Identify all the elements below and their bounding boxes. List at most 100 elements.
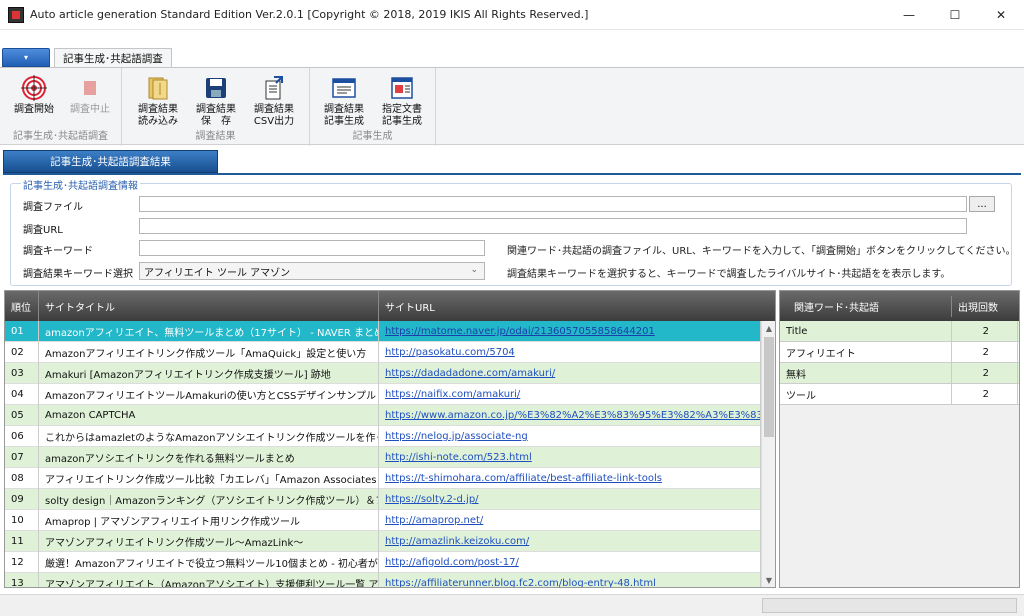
title-cell: Amazonアフィリエイトリンク作成ツール「AmaQuick」設定と使い方 [39, 342, 379, 363]
results-table: 順位 サイトタイトル サイトURL 01 amazonアフィリエイト、無料ツールま… [4, 290, 776, 588]
ribbon-group-label: 記事生成･共起語調査 [13, 131, 108, 142]
save-results-label: 調査結果 保 存 [196, 104, 236, 127]
url-link[interactable]: https://matome.naver.jp/odai/21360570558… [379, 321, 761, 342]
table-row[interactable]: 02 Amazonアフィリエイトリンク作成ツール「AmaQuick」設定と使い方 h… [5, 342, 761, 363]
table-row[interactable]: 11 アマゾンアフィリエイトリンク作成ツール～AmazLink～ http://am… [5, 531, 761, 552]
results-table-body: 01 amazonアフィリエイト、無料ツールまとめ（17サイト） - NAVER … [5, 321, 761, 587]
title-bar: Auto article generation Standard Edition… [0, 0, 1024, 30]
generate-from-document-label: 指定文書 記事生成 [382, 104, 422, 127]
column-header-word[interactable]: 関連ワード･共起語 [780, 295, 952, 317]
url-link[interactable]: https://nelog.jp/associate-ng [379, 426, 761, 447]
status-bar [0, 594, 1024, 616]
count-cell: 2 [952, 384, 1018, 405]
target-icon [20, 74, 48, 102]
cooccurrence-row[interactable]: Title 2 [780, 321, 1019, 342]
ribbon-group-results: 調査結果 読み込み 調査結果 保 存 調査結果 CSV出力 調査結果 [122, 68, 310, 146]
results-table-header: 順位 サイトタイトル サイトURL [5, 291, 775, 321]
url-label: 調査URL [23, 225, 63, 236]
cooccurrence-row[interactable]: 無料 2 [780, 363, 1019, 384]
url-link[interactable]: https://t-shimohara.com/affiliate/best-a… [379, 468, 761, 489]
title-cell: amazonアソシエイトリンクを作れる無料ツールまとめ [39, 447, 379, 468]
keyword-input[interactable] [139, 240, 485, 256]
column-header-rank[interactable]: 順位 [5, 291, 39, 321]
url-link[interactable]: http://amaprop.net/ [379, 510, 761, 531]
maximize-button[interactable]: ☐ [932, 0, 978, 30]
research-info-group: 記事生成･共起語調査情報 調査ファイル ... 調査URL 調査キーワード 関連… [10, 177, 1016, 286]
column-header-title[interactable]: サイトタイトル [39, 291, 379, 321]
start-research-button[interactable]: 調査開始 [8, 74, 60, 116]
cooccurrence-row[interactable]: アフィリエイト 2 [780, 342, 1019, 363]
url-link[interactable]: http://pasokatu.com/5704 [379, 342, 761, 363]
scroll-up-icon[interactable]: ▲ [762, 321, 775, 335]
close-button[interactable]: ✕ [978, 0, 1024, 30]
stop-icon [76, 74, 104, 102]
table-row[interactable]: 09 solty design｜Amazonランキング（アソシエイトリンク作成ツー… [5, 489, 761, 510]
url-input[interactable] [139, 218, 967, 234]
generate-from-results-button[interactable]: 調査結果 記事生成 [318, 74, 370, 128]
cooccurrence-table-header: 関連ワード･共起語 出現回数 [780, 291, 1019, 321]
url-link[interactable]: https://affiliaterunner.blog.fc2.com/blo… [379, 573, 761, 587]
scroll-down-icon[interactable]: ▼ [762, 573, 775, 587]
window-title: Auto article generation Standard Edition… [30, 8, 589, 21]
load-results-button[interactable]: 調査結果 読み込み [132, 74, 184, 128]
table-row[interactable]: 06 これからはamazletのようなAmazonアソシエイトリンク作成ツールを作… [5, 426, 761, 447]
rank-cell: 02 [5, 342, 39, 363]
cooccurrence-table-body: Title 2 アフィリエイト 2 無料 2 ツール 2 [780, 321, 1019, 405]
table-row[interactable]: 05 Amazon CAPTCHA https://www.amazon.co.jp… [5, 405, 761, 426]
rank-cell: 06 [5, 426, 39, 447]
url-link[interactable]: http://ishi-note.com/523.html [379, 447, 761, 468]
url-link[interactable]: https://www.amazon.co.jp/%E3%82%A2%E3%83… [379, 405, 761, 426]
stop-research-label: 調査中止 [70, 104, 110, 115]
save-icon [202, 74, 230, 102]
count-cell: 2 [952, 321, 1018, 342]
column-header-url[interactable]: サイトURL [379, 291, 775, 321]
window-controls: — ☐ ✕ [886, 0, 1024, 30]
keyword-label: 調査キーワード [23, 246, 93, 257]
export-csv-label: 調査結果 CSV出力 [253, 104, 295, 127]
table-row[interactable]: 08 アフィリエイトリンク作成ツール比較「カエレバ」「Amazon Associa… [5, 468, 761, 489]
rank-cell: 08 [5, 468, 39, 489]
rank-cell: 04 [5, 384, 39, 405]
table-row[interactable]: 13アマゾンアフィリエイト（Amazonアソシエイト）支援便利ツール一覧 アフィ… [5, 573, 761, 587]
count-cell: 2 [952, 363, 1018, 384]
rank-cell: 01 [5, 321, 39, 342]
rank-cell: 11 [5, 531, 39, 552]
url-link[interactable]: https://naifix.com/amakuri/ [379, 384, 761, 405]
generate-article-icon [330, 74, 358, 102]
stop-research-button[interactable]: 調査中止 [64, 74, 116, 116]
tab-article-generation[interactable]: 記事生成･共起語調査 [54, 48, 172, 68]
minimize-button[interactable]: — [886, 0, 932, 30]
section-divider [3, 173, 1021, 175]
title-cell: アフィリエイトリンク作成ツール比較「カエレバ」「Amazon Associate… [39, 468, 379, 489]
url-link[interactable]: https://solty.2-d.jp/ [379, 489, 761, 510]
app-menu-button[interactable]: ▾ [2, 48, 50, 67]
input-hint: 関連ワード･共起語の調査ファイル、URL、キーワードを入力して、「調査開始」ボタ… [507, 246, 1016, 257]
url-link[interactable]: http://amazlink.keizoku.com/ [379, 531, 761, 552]
cooccurrence-table: 関連ワード･共起語 出現回数 Title 2 アフィリエイト 2 無料 2 ツール 2 [779, 290, 1020, 588]
table-row[interactable]: 12 厳選！Amazonアフィリエイトで役立つ無料ツール10個まとめ - 初心者が… [5, 552, 761, 573]
url-link[interactable]: https://dadadadone.com/amakuri/ [379, 363, 761, 384]
table-row[interactable]: 04 AmazonアフィリエイトツールAmakuriの使い方とCSSデザインサンプ… [5, 384, 761, 405]
rank-cell: 07 [5, 447, 39, 468]
results-scrollbar[interactable]: ▲ ▼ [761, 321, 775, 587]
table-row[interactable]: 03 Amakuri [Amazonアフィリエイトリンク作成支援ツール] 跡地 ht… [5, 363, 761, 384]
table-row[interactable]: 07 amazonアソシエイトリンクを作れる無料ツールまとめ http://ishi… [5, 447, 761, 468]
count-cell: 2 [952, 342, 1018, 363]
tab-research-results[interactable]: 記事生成･共起語調査結果 [3, 150, 218, 173]
save-results-button[interactable]: 調査結果 保 存 [190, 74, 242, 128]
scroll-thumb[interactable] [764, 337, 774, 437]
column-header-count[interactable]: 出現回数 [952, 296, 1018, 317]
file-input[interactable] [139, 196, 967, 212]
rank-cell: 12 [5, 552, 39, 573]
result-keyword-select[interactable]: アフィリエイト ツール アマゾン ⌄ [139, 262, 485, 280]
chevron-down-icon: ⌄ [470, 265, 478, 275]
cooccurrence-row[interactable]: ツール 2 [780, 384, 1019, 405]
document-generate-icon [388, 74, 416, 102]
table-row[interactable]: 10 Amaprop | アマゾンアフィリエイト用リンク作成ツール http://a… [5, 510, 761, 531]
browse-button[interactable]: ... [969, 196, 995, 212]
table-row[interactable]: 01 amazonアフィリエイト、無料ツールまとめ（17サイト） - NAVER … [5, 321, 761, 342]
export-csv-button[interactable]: 調査結果 CSV出力 [248, 74, 300, 128]
url-link[interactable]: http://afigold.com/post-17/ [379, 552, 761, 573]
title-cell: AmazonアフィリエイトツールAmakuriの使い方とCSSデザインサンプル [39, 384, 379, 405]
generate-from-document-button[interactable]: 指定文書 記事生成 [376, 74, 428, 128]
